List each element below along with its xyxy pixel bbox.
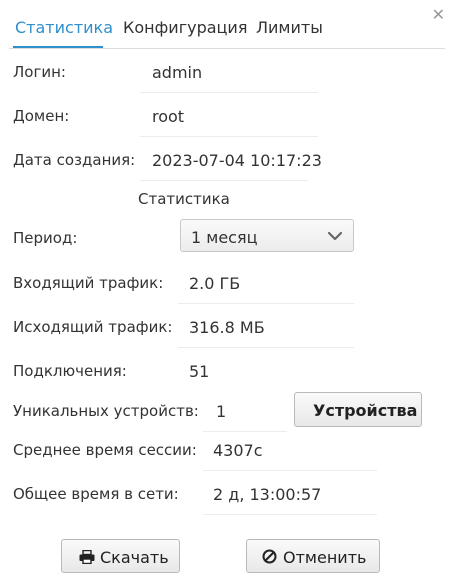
login-label: Логин: xyxy=(13,63,66,81)
divider xyxy=(203,514,377,515)
statistics-heading: Статистика xyxy=(138,190,230,208)
login-value: admin xyxy=(152,63,203,82)
tab-configuration[interactable]: Конфигурация xyxy=(123,18,247,37)
domain-row: Домен: root xyxy=(0,96,454,140)
period-select[interactable]: 1 месяц xyxy=(180,219,354,252)
total-online-label: Общее время в сети: xyxy=(13,485,179,503)
incoming-traffic-label: Входящий трафик: xyxy=(13,274,164,292)
incoming-traffic-value: 2.0 ГБ xyxy=(189,274,241,293)
divider xyxy=(178,303,354,304)
outgoing-traffic-value: 316.8 МБ xyxy=(189,318,265,337)
active-tab-indicator xyxy=(13,46,103,48)
avg-session-label: Среднее время сессии: xyxy=(13,441,197,459)
domain-label: Домен: xyxy=(13,107,70,125)
created-label: Дата создания: xyxy=(13,151,136,169)
outgoing-traffic-row: Исходящий трафик: 316.8 МБ xyxy=(0,307,454,351)
divider xyxy=(178,347,354,348)
printer-icon xyxy=(79,550,95,564)
created-value: 2023-07-04 10:17:23 xyxy=(152,151,322,170)
cancel-circle-icon xyxy=(262,549,277,564)
devices-button[interactable]: Устройства xyxy=(294,392,422,427)
period-select-value: 1 месяц xyxy=(191,228,258,247)
divider xyxy=(140,136,318,137)
total-online-row: Общее время в сети: 2 д, 13:00:57 xyxy=(0,474,454,518)
download-button-label: Скачать xyxy=(100,548,169,567)
created-row: Дата создания: 2023-07-04 10:17:23 xyxy=(0,140,454,184)
cancel-button[interactable]: Отменить xyxy=(246,539,380,573)
outgoing-traffic-label: Исходящий трафик: xyxy=(13,318,173,336)
domain-value: root xyxy=(152,107,185,126)
divider xyxy=(203,470,377,471)
chevron-down-icon xyxy=(327,231,343,241)
cancel-button-label: Отменить xyxy=(283,548,367,567)
connections-label: Подключения: xyxy=(13,362,127,380)
unique-devices-label: Уникальных устройств: xyxy=(13,402,199,420)
unique-devices-value: 1 xyxy=(216,402,227,421)
tab-bar: Статистика Конфигурация Лимиты xyxy=(9,0,445,49)
tab-statistics[interactable]: Статистика xyxy=(15,18,113,37)
tab-limits[interactable]: Лимиты xyxy=(256,18,323,37)
total-online-value: 2 д, 13:00:57 xyxy=(213,485,322,504)
divider xyxy=(140,92,318,93)
period-label: Период: xyxy=(13,229,78,247)
login-row: Логин: admin xyxy=(0,52,454,96)
download-button[interactable]: Скачать xyxy=(61,539,180,573)
avg-session-row: Среднее время сессии: 4307с xyxy=(0,430,454,474)
avg-session-value: 4307с xyxy=(213,441,263,460)
connections-row: Подключения: 51 xyxy=(0,351,454,395)
divider xyxy=(140,180,308,181)
connections-value: 51 xyxy=(189,362,210,381)
devices-button-label: Устройства xyxy=(313,401,418,420)
incoming-traffic-row: Входящий трафик: 2.0 ГБ xyxy=(0,263,454,307)
